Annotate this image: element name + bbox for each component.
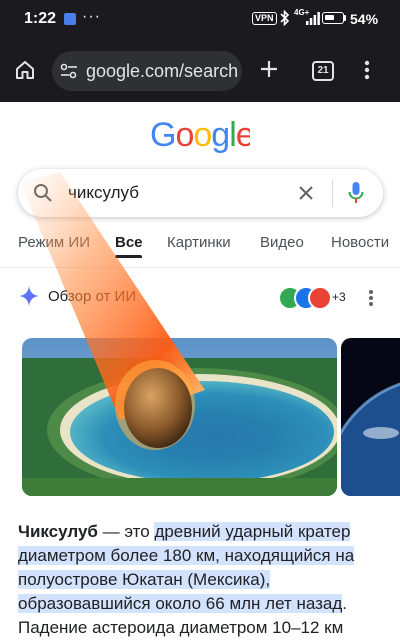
answer-text: — это xyxy=(97,522,155,541)
ai-overview-answer: Чиксулуб — это древний ударный кратер ди… xyxy=(18,520,384,640)
status-time: 1:22 xyxy=(24,10,57,27)
battery-icon xyxy=(322,12,344,24)
tab-video[interactable]: Видео xyxy=(260,234,304,251)
svg-text:Google: Google xyxy=(150,116,250,154)
status-bar: 1:22 ··· VPN 4G+ 54% xyxy=(0,0,400,38)
url-text: google.com/search xyxy=(86,61,239,81)
tab-ai-mode[interactable]: Режим ИИ xyxy=(18,234,90,251)
crater-image[interactable] xyxy=(22,338,337,496)
overflow-menu-icon[interactable] xyxy=(364,59,370,86)
source-avatar[interactable] xyxy=(308,286,332,310)
search-box[interactable]: чиксулуб xyxy=(18,169,383,217)
active-tab-indicator xyxy=(115,255,142,258)
more-notifications-icon: ··· xyxy=(82,8,101,25)
vpn-icon: VPN xyxy=(252,12,277,25)
ai-overview-header: Обзор от ИИ +3 xyxy=(0,280,400,314)
earth-illustration xyxy=(341,338,400,496)
app-notification-icon xyxy=(64,13,76,25)
ai-sparkle-icon xyxy=(18,285,40,312)
tab-images[interactable]: Картинки xyxy=(167,234,231,251)
microphone-icon[interactable] xyxy=(348,181,364,210)
sources-count[interactable]: +3 xyxy=(332,290,346,304)
answer-text-end: . xyxy=(342,594,348,613)
search-icon xyxy=(32,182,54,209)
new-tab-icon[interactable] xyxy=(258,58,280,85)
earth-image[interactable] xyxy=(341,338,400,496)
signal-icon xyxy=(306,12,320,30)
search-input[interactable]: чиксулуб xyxy=(68,183,139,203)
overview-menu-icon[interactable] xyxy=(368,289,374,312)
google-logo-wordmark: Google xyxy=(150,116,255,154)
tab-news[interactable]: Новости xyxy=(331,234,389,251)
answer-next-line: Падение астероида диаметром 10–12 км xyxy=(18,618,344,637)
clear-icon[interactable] xyxy=(296,183,316,208)
ai-overview-title: Обзор от ИИ xyxy=(48,288,137,305)
address-bar[interactable]: google.com/search xyxy=(52,51,242,91)
google-logo[interactable]: Google xyxy=(150,116,255,163)
bluetooth-icon xyxy=(280,9,290,31)
home-icon[interactable] xyxy=(14,59,36,86)
search-divider xyxy=(332,179,333,207)
answer-term: Чиксулуб xyxy=(18,522,98,541)
crater-illustration xyxy=(22,338,337,496)
tab-switcher-button[interactable]: 21 xyxy=(312,61,334,81)
tab-all[interactable]: Все xyxy=(115,234,143,251)
battery-tip xyxy=(344,15,346,21)
search-tabs: Режим ИИ Все Картинки Видео Новости xyxy=(0,224,400,268)
site-settings-icon[interactable] xyxy=(60,63,78,84)
browser-toolbar: google.com/search 21 xyxy=(0,38,400,102)
battery-percent: 54% xyxy=(350,11,379,27)
